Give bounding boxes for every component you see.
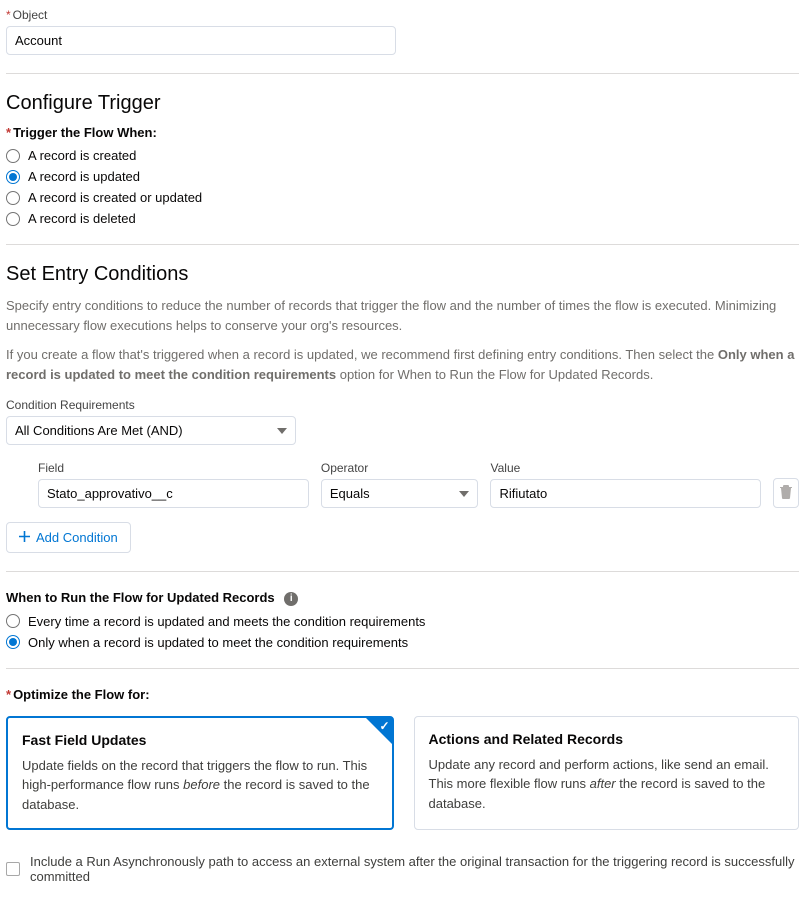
radio-icon	[6, 635, 20, 649]
radio-label: A record is deleted	[28, 211, 136, 226]
when-to-run-only[interactable]: Only when a record is updated to meet th…	[6, 635, 799, 650]
entry-conditions-help2: If you create a flow that's triggered wh…	[6, 345, 799, 384]
divider	[6, 244, 799, 245]
when-to-run-every[interactable]: Every time a record is updated and meets…	[6, 614, 799, 629]
condition-value-label: Value	[490, 461, 761, 475]
entry-conditions-title: Set Entry Conditions	[6, 263, 799, 286]
radio-label: Only when a record is updated to meet th…	[28, 635, 408, 650]
required-star: *	[6, 8, 11, 22]
required-star: *	[6, 687, 11, 702]
check-icon	[366, 718, 392, 744]
when-to-run-radio-group: Every time a record is updated and meets…	[6, 614, 799, 650]
radio-label: A record is created or updated	[28, 190, 202, 205]
divider	[6, 668, 799, 669]
async-checkbox-row[interactable]: Include a Run Asynchronously path to acc…	[6, 854, 799, 884]
card-title: Fast Field Updates	[22, 732, 378, 748]
chevron-down-icon	[459, 491, 469, 497]
trigger-when-text: Trigger the Flow When:	[13, 125, 157, 140]
required-star: *	[6, 125, 11, 140]
info-icon[interactable]: i	[284, 592, 298, 606]
trash-icon	[780, 485, 792, 502]
optimize-heading: *Optimize the Flow for:	[6, 687, 799, 702]
when-to-run-heading: When to Run the Flow for Updated Records…	[6, 590, 799, 606]
card-description: Update fields on the record that trigger…	[22, 756, 378, 815]
radio-icon	[6, 614, 20, 628]
trigger-radio-group: A record is created A record is updated …	[6, 148, 799, 226]
optimize-heading-text: Optimize the Flow for:	[13, 687, 150, 702]
delete-condition-button[interactable]	[773, 478, 799, 508]
condition-value-input[interactable]	[490, 479, 761, 508]
radio-label: A record is created	[28, 148, 136, 163]
condition-requirements-select[interactable]: All Conditions Are Met (AND)	[6, 416, 296, 445]
radio-icon	[6, 212, 20, 226]
radio-label: A record is updated	[28, 169, 140, 184]
help2-post: option for When to Run the Flow for Upda…	[336, 367, 653, 382]
condition-operator-label: Operator	[321, 461, 479, 475]
checkbox-icon	[6, 862, 20, 876]
trigger-when-label: *Trigger the Flow When:	[6, 125, 799, 140]
radio-label: Every time a record is updated and meets…	[28, 614, 425, 629]
plus-icon	[19, 530, 30, 545]
when-to-run-text: When to Run the Flow for Updated Records	[6, 590, 275, 605]
chevron-down-icon	[277, 428, 287, 434]
condition-operator-select[interactable]: Equals	[321, 479, 479, 508]
radio-icon	[6, 170, 20, 184]
card-description: Update any record and perform actions, l…	[429, 755, 785, 814]
condition-row: Field Operator Equals Value	[38, 461, 799, 508]
divider	[6, 73, 799, 74]
condition-requirements-label: Condition Requirements	[6, 398, 799, 412]
divider	[6, 571, 799, 572]
object-label: *Object	[6, 8, 799, 22]
trigger-option-created[interactable]: A record is created	[6, 148, 799, 163]
optimize-cards: Fast Field Updates Update fields on the …	[6, 716, 799, 831]
radio-icon	[6, 191, 20, 205]
entry-conditions-help1: Specify entry conditions to reduce the n…	[6, 296, 799, 335]
trigger-option-created-or-updated[interactable]: A record is created or updated	[6, 190, 799, 205]
async-label: Include a Run Asynchronously path to acc…	[30, 854, 799, 884]
object-label-text: Object	[13, 8, 48, 22]
trigger-option-deleted[interactable]: A record is deleted	[6, 211, 799, 226]
trigger-option-updated[interactable]: A record is updated	[6, 169, 799, 184]
desc-em: before	[183, 777, 220, 792]
desc-em: after	[590, 776, 616, 791]
select-value: Equals	[330, 486, 370, 501]
condition-field-input[interactable]	[38, 479, 309, 508]
object-input[interactable]	[6, 26, 396, 55]
help2-pre: If you create a flow that's triggered wh…	[6, 347, 718, 362]
card-title: Actions and Related Records	[429, 731, 785, 747]
condition-field-label: Field	[38, 461, 309, 475]
add-condition-button[interactable]: Add Condition	[6, 522, 131, 553]
configure-trigger-title: Configure Trigger	[6, 92, 799, 115]
add-condition-label: Add Condition	[36, 530, 118, 545]
optimize-card-actions[interactable]: Actions and Related Records Update any r…	[414, 716, 800, 831]
optimize-card-fast[interactable]: Fast Field Updates Update fields on the …	[6, 716, 394, 831]
radio-icon	[6, 149, 20, 163]
select-value: All Conditions Are Met (AND)	[15, 423, 183, 438]
